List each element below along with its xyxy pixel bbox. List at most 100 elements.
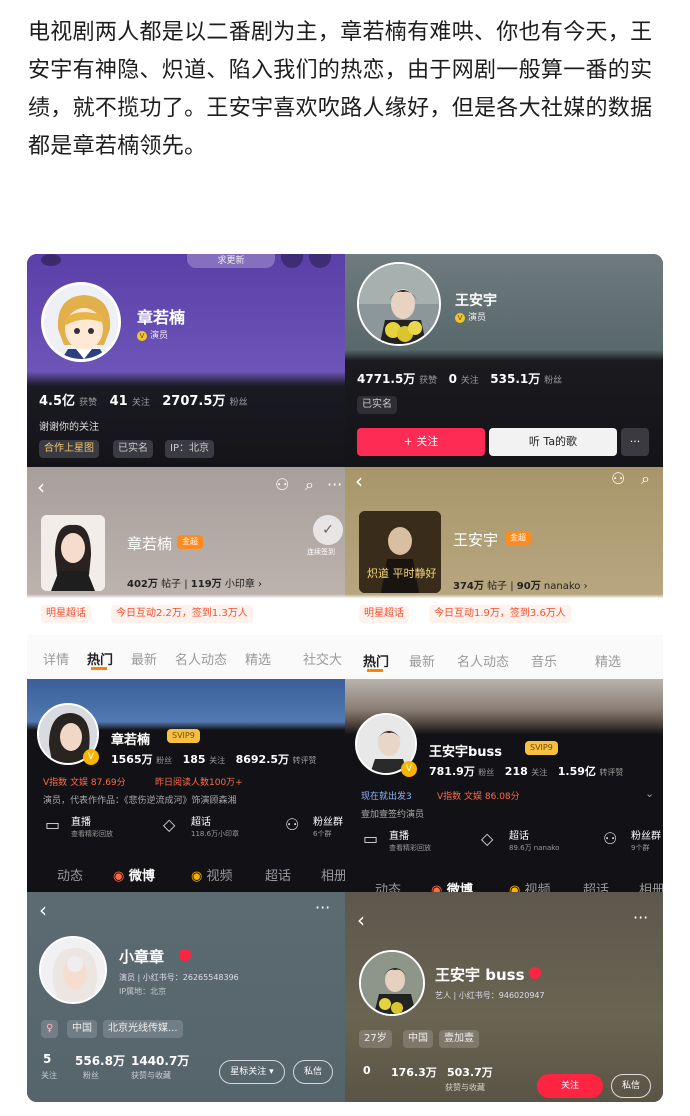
tab-latest[interactable]: 最新 [409,651,435,670]
tab-weibo[interactable]: ◉ 微博 [113,865,155,884]
checkin-icon[interactable]: ✓ [313,515,343,545]
tab-topic[interactable]: 超话 [583,879,609,892]
video-icon: ◉ [509,883,521,892]
tab-feed[interactable]: 动态 [57,865,83,884]
message-button[interactable]: 私信 [611,1074,651,1098]
back-icon[interactable]: ‹ [37,477,45,497]
diamond-icon[interactable]: ◇ [163,817,175,833]
feature-live-sub: 查看精彩回放 [389,844,431,852]
weibo-icon: ◉ [431,883,443,892]
tab-hot[interactable]: 热门 [87,649,113,668]
tag-star-chart[interactable]: 合作上星图 [39,440,99,458]
man-with-flowers-avatar [359,264,439,344]
tab-video[interactable]: ◉ 视频 [509,879,551,892]
tab-hot[interactable]: 热门 [363,651,389,670]
interaction-chip[interactable]: 今日互动1.9万，签到3.6万人 [429,605,571,623]
verified-icon: V [401,761,417,777]
search-icon[interactable]: ⌕ [641,471,650,487]
avatar[interactable] [41,282,121,362]
tag-verified: 已实名 [113,440,153,458]
active-tab-indicator [367,669,383,672]
more-icon[interactable]: ··· [315,900,330,916]
members-icon[interactable]: ⚇ [611,471,625,487]
interaction-chip[interactable]: 今日互动2.2万，签到1.3万人 [111,605,253,623]
more-icon[interactable] [309,254,331,268]
follow-button[interactable]: 关注 [537,1074,603,1098]
tab-latest[interactable]: 最新 [131,649,157,668]
chevron-down-icon[interactable]: ⌄ [645,787,654,800]
chaohua-page-zhang: ‹ ⚇ ⌕ ··· ✓ 连续签到 章若楠 金超 402万 帖子 | 119万 小… [27,467,345,679]
follow-button[interactable]: + 关注 [357,428,485,456]
avatar[interactable] [357,262,441,346]
avatar[interactable] [39,936,107,1004]
music-button[interactable]: 听 Ta的歌 [489,428,617,456]
search-icon[interactable] [281,254,303,268]
more-button[interactable]: ··· [621,428,649,456]
poster-text: 炽道 平时静好 [367,566,437,580]
live-icon[interactable]: ▭ [45,817,60,833]
star-follow-button[interactable]: 星标关注 ▾ [219,1060,285,1084]
likes-count: 503.7万 [447,1066,493,1079]
follow-count: 5 [43,1052,52,1066]
v-index[interactable]: V指数 文娱 86.08分 [437,789,520,802]
tab-video[interactable]: ◉ 视频 [191,865,233,884]
tab-featured[interactable]: 精选 [595,651,621,670]
tab-album[interactable]: 相册 [321,865,345,884]
tag-agency: 壹加壹 [439,1030,479,1048]
tab-topic[interactable]: 超话 [265,865,291,884]
update-hint[interactable]: 求更新 [187,254,275,268]
tag-age: 27岁 [359,1030,392,1048]
tab-celebrity[interactable]: 名人动态 [457,651,509,670]
feature-live[interactable]: 直播 [389,827,409,842]
diamond-icon[interactable]: ◇ [481,831,493,847]
tab-social[interactable]: 社交大 [303,649,342,668]
avatar[interactable] [359,950,425,1016]
video-icon: ◉ [191,869,203,884]
star-topic-chip[interactable]: 明星超话 [41,605,91,623]
tab-music[interactable]: 音乐 [531,651,557,670]
now-link[interactable]: 现在就出发3 [361,789,412,802]
back-icon[interactable]: ‹ [355,471,363,491]
feature-topic[interactable]: 超话 [509,827,529,842]
likes-label: 获赞与收藏 [131,1071,171,1080]
back-icon[interactable]: ‹ [357,910,365,930]
cover-image[interactable]: 炽道 平时静好 [359,511,441,593]
back-icon[interactable] [41,254,61,266]
more-icon[interactable]: ··· [633,910,648,926]
gold-badge: 金超 [505,531,531,545]
checkin-label: 连续签到 [307,548,335,556]
tab-celebrity[interactable]: 名人动态 [175,649,227,668]
tab-feed[interactable]: 动态 [375,879,401,892]
back-icon[interactable]: ‹ [39,900,47,920]
tag-country: 中国 [67,1020,97,1038]
live-icon[interactable]: ▭ [363,831,378,847]
tag-country: 中国 [403,1030,433,1048]
read-count[interactable]: 昨日阅读人数100万+ [155,775,243,788]
anime-girl-avatar [44,285,118,359]
topic-stats: 374万 帖子 | 90万 nanako › [453,581,588,592]
tab-album[interactable]: 相册 [639,879,663,892]
feature-fans[interactable]: 粉丝群 [631,827,661,842]
man-with-flowers-avatar [361,952,423,1014]
stats-row: 1565万 粉丝 185 关注 8692.5万 转评赞 [111,753,317,766]
tag-agency: 北京光线传媒... [103,1020,183,1038]
fan-group-icon[interactable]: ⚇ [285,817,299,833]
fans-count: 176.3万 [391,1066,437,1079]
tab-details[interactable]: 详情 [43,649,69,668]
feature-topic[interactable]: 超话 [191,813,211,828]
fan-group-icon[interactable]: ⚇ [603,831,617,847]
feature-fans[interactable]: 粉丝群 [313,813,343,828]
members-icon[interactable]: ⚇ [275,477,289,493]
stats-row: 781.9万 粉丝 218 关注 1.59亿 转评赞 [429,765,624,778]
cover-image[interactable] [41,515,105,591]
star-topic-chip[interactable]: 明星超话 [359,605,409,623]
tab-featured[interactable]: 精选 [245,649,271,668]
work-info: 演员，代表作作品：《悲伤逆流成河》饰演顾森湘 [43,796,237,806]
message-button[interactable]: 私信 [293,1060,333,1084]
v-index[interactable]: V指数 文娱 87.69分 [43,775,126,788]
feature-live[interactable]: 直播 [71,813,91,828]
search-icon[interactable]: ⌕ [305,477,314,493]
work-info: 壹加壹签约演员 [361,810,425,820]
tab-weibo[interactable]: ◉ 微博 [431,879,473,892]
more-icon[interactable]: ··· [327,477,342,493]
